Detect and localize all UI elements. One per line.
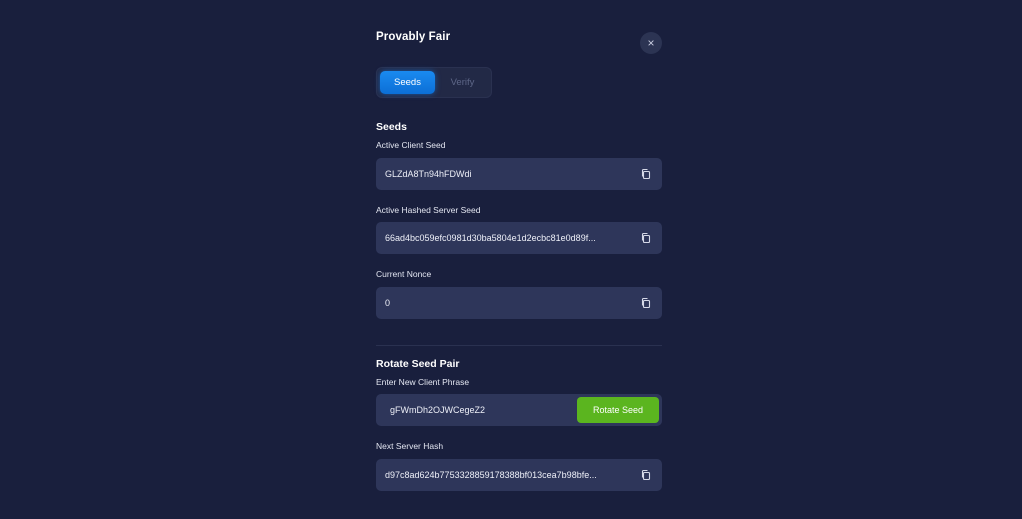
tab-switcher: Seeds Verify <box>376 67 492 98</box>
nonce-label: Current Nonce <box>376 269 432 279</box>
new-phrase-label: Enter New Client Phrase <box>376 377 470 387</box>
copy-icon[interactable] <box>640 168 652 180</box>
next-hash-field: d97c8ad624b7753328859178388bf013cea7b98b… <box>376 459 662 491</box>
tab-verify[interactable]: Verify <box>435 71 490 94</box>
copy-icon[interactable] <box>640 232 652 244</box>
nonce-field: 0 <box>376 287 662 319</box>
client-seed-value: GLZdA8Tn94hFDWdi <box>385 169 472 179</box>
provably-fair-modal: Provably Fair × Seeds Verify Seeds Activ… <box>376 0 662 519</box>
rotate-seed-button[interactable]: Rotate Seed <box>577 397 659 423</box>
nonce-value: 0 <box>385 298 391 308</box>
hashed-server-seed-field: 66ad4bc059efc0981d30ba5804e1d2ecbc81e0d8… <box>376 222 662 254</box>
new-client-phrase-input[interactable] <box>390 394 570 426</box>
client-seed-field: GLZdA8Tn94hFDWdi <box>376 158 662 190</box>
tab-seeds[interactable]: Seeds <box>380 71 435 94</box>
copy-icon[interactable] <box>640 297 652 309</box>
next-hash-value: d97c8ad624b7753328859178388bf013cea7b98b… <box>385 470 597 480</box>
modal-title: Provably Fair <box>376 31 451 43</box>
copy-icon[interactable] <box>640 469 652 481</box>
client-seed-label: Active Client Seed <box>376 140 446 150</box>
close-icon: × <box>647 36 655 50</box>
rotate-section-title: Rotate Seed Pair <box>376 358 460 370</box>
hashed-server-seed-label: Active Hashed Server Seed <box>376 205 481 215</box>
new-phrase-field: Rotate Seed <box>376 394 662 426</box>
next-hash-label: Next Server Hash <box>376 441 444 451</box>
close-button[interactable]: × <box>640 32 662 54</box>
section-divider <box>376 345 662 346</box>
seeds-section-title: Seeds <box>376 121 407 133</box>
hashed-server-seed-value: 66ad4bc059efc0981d30ba5804e1d2ecbc81e0d8… <box>385 233 596 243</box>
